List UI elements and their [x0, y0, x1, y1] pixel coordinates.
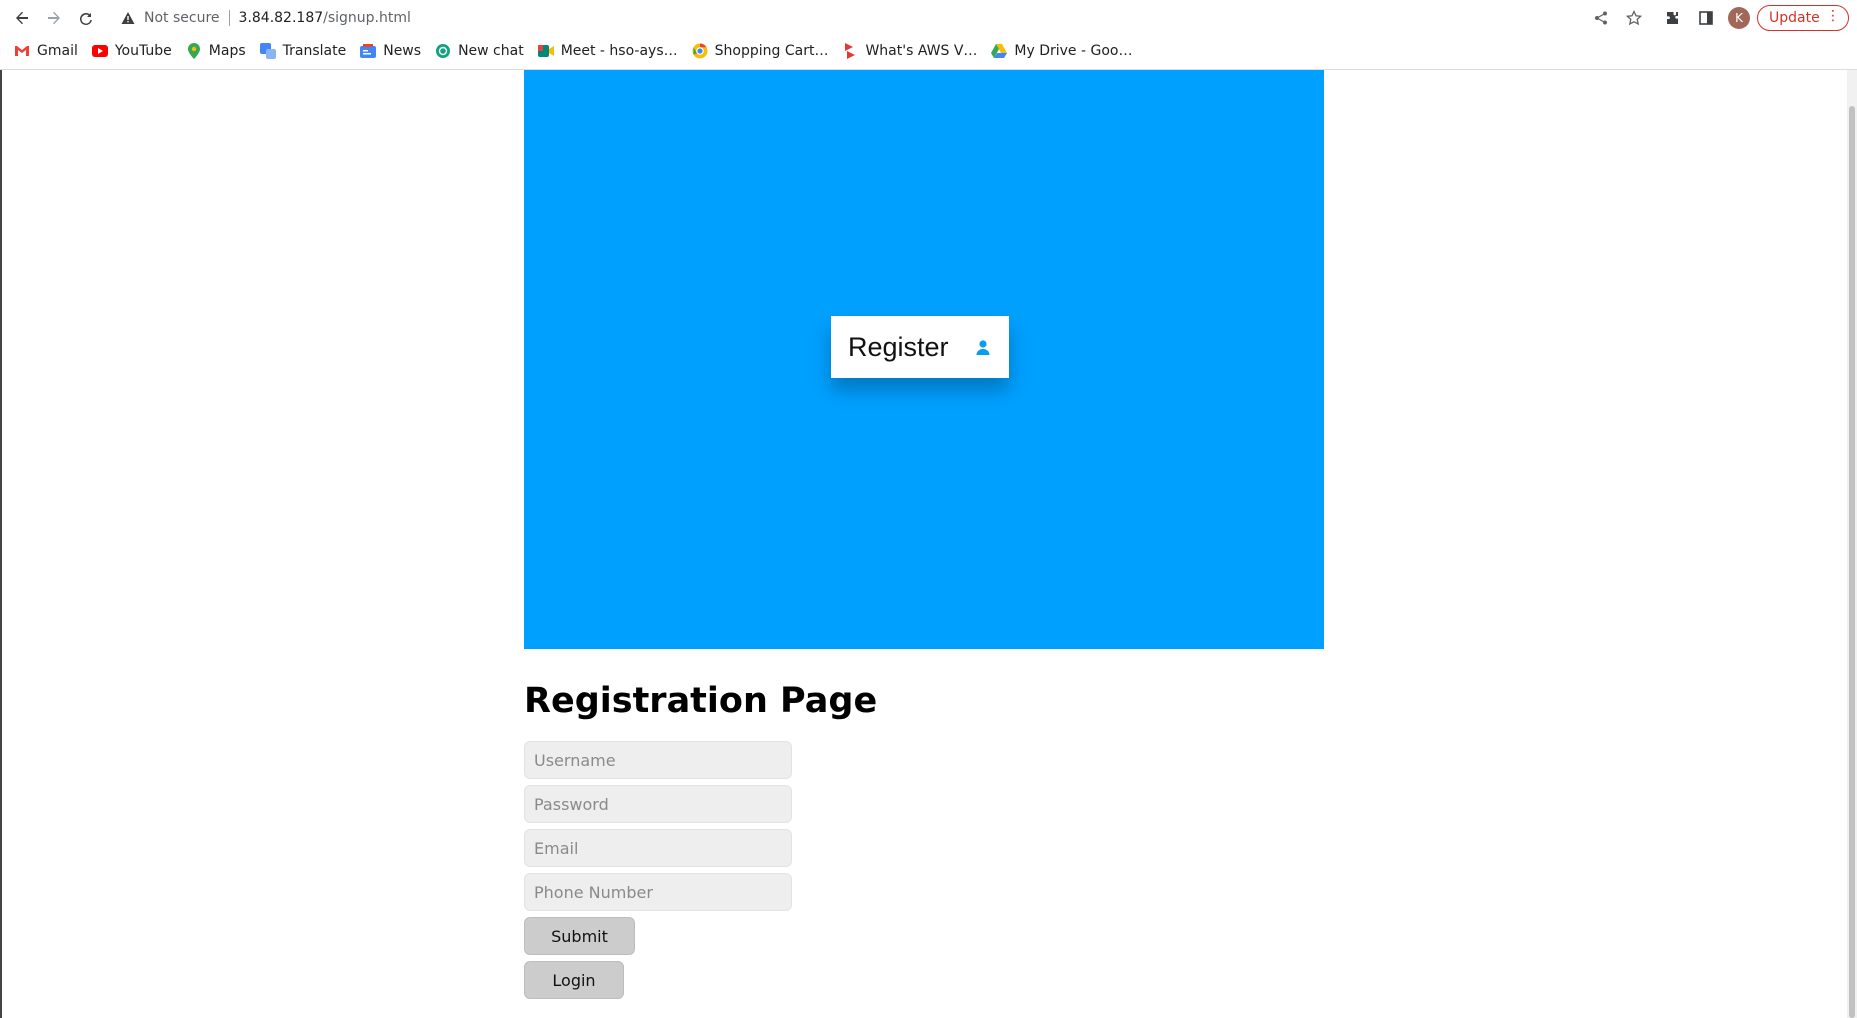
bookmark-label: Maps — [208, 43, 246, 59]
address-bar[interactable]: Not secure 3.84.82.187/signup.html — [108, 3, 1646, 33]
chatgpt-icon — [435, 43, 451, 59]
omnibox-divider — [228, 10, 230, 26]
bookmark-label: New chat — [458, 43, 524, 59]
bookmark-label: My Drive - Goo… — [1014, 43, 1133, 59]
person-icon — [975, 339, 991, 357]
bookmark-aws[interactable]: What's AWS V… — [842, 43, 977, 59]
reload-icon[interactable] — [74, 6, 98, 30]
youtube-icon — [91, 43, 108, 59]
aws-icon — [842, 43, 858, 59]
news-icon — [360, 43, 377, 59]
bookmark-shopping-cart[interactable]: Shopping Cart… — [692, 43, 829, 59]
bookmark-label: Gmail — [37, 43, 78, 59]
bookmark-label: Meet - hso-ays… — [560, 43, 678, 59]
back-arrow-icon[interactable] — [10, 6, 34, 30]
gmail-icon — [14, 43, 30, 59]
scrollbar-thumb[interactable] — [1849, 106, 1855, 1018]
update-button[interactable]: Update ⋮ — [1757, 5, 1849, 31]
bookmark-maps[interactable]: Maps — [186, 43, 246, 59]
bookmark-label: Shopping Cart… — [714, 43, 829, 59]
bookmark-new-chat[interactable]: New chat — [435, 43, 524, 59]
translate-icon — [259, 43, 276, 59]
side-panel-icon[interactable] — [1694, 6, 1718, 30]
submit-button[interactable]: Submit — [524, 917, 635, 955]
bookmark-label: Translate — [282, 43, 347, 59]
bookmarks-bar: Gmail YouTube Maps Translate News New ch… — [0, 37, 1857, 65]
bookmark-meet[interactable]: Meet - hso-ays… — [537, 43, 678, 59]
bookmark-label: What's AWS V… — [865, 43, 978, 59]
forward-arrow-icon[interactable] — [42, 6, 66, 30]
chrome-icon — [692, 43, 708, 59]
bookmark-youtube[interactable]: YouTube — [91, 43, 172, 59]
warning-triangle-icon — [120, 10, 136, 26]
meet-icon — [537, 43, 554, 59]
url-path: /signup.html — [323, 10, 411, 26]
maps-icon — [186, 43, 202, 59]
bookmark-gmail[interactable]: Gmail — [14, 43, 78, 59]
browser-toolbar: Not secure 3.84.82.187/signup.html K Upd… — [0, 0, 1857, 36]
bookmark-translate[interactable]: Translate — [259, 43, 347, 59]
bookmark-my-drive[interactable]: My Drive - Goo… — [991, 43, 1132, 59]
bookmark-label: News — [383, 43, 422, 59]
drive-icon — [991, 43, 1008, 59]
page-scrollbar[interactable] — [1847, 70, 1857, 1018]
bookmark-star-icon[interactable] — [1622, 6, 1646, 30]
password-input[interactable] — [524, 785, 792, 823]
username-input[interactable] — [524, 741, 792, 779]
url-host: 3.84.82.187 — [238, 10, 324, 26]
window-edge — [0, 70, 2, 1018]
browser-chrome: Not secure 3.84.82.187/signup.html K Upd… — [0, 0, 1857, 70]
page-title: Registration Page — [524, 681, 878, 721]
hero-banner: Register — [524, 70, 1324, 649]
not-secure-label: Not secure — [144, 10, 220, 26]
share-icon[interactable] — [1589, 6, 1613, 30]
register-card[interactable]: Register — [831, 316, 1009, 378]
extensions-puzzle-icon[interactable] — [1661, 6, 1685, 30]
register-label: Register — [848, 331, 949, 362]
page-viewport: Register Registration Page Submit Login — [0, 70, 1857, 1018]
phone-number-input[interactable] — [524, 873, 792, 911]
email-input[interactable] — [524, 829, 792, 867]
bookmark-news[interactable]: News — [360, 43, 421, 59]
profile-avatar[interactable]: K — [1728, 7, 1750, 29]
bookmark-label: YouTube — [114, 43, 172, 59]
login-button[interactable]: Login — [524, 961, 624, 999]
update-label: Update — [1769, 10, 1820, 26]
kebab-menu-icon: ⋮ — [1826, 8, 1840, 24]
